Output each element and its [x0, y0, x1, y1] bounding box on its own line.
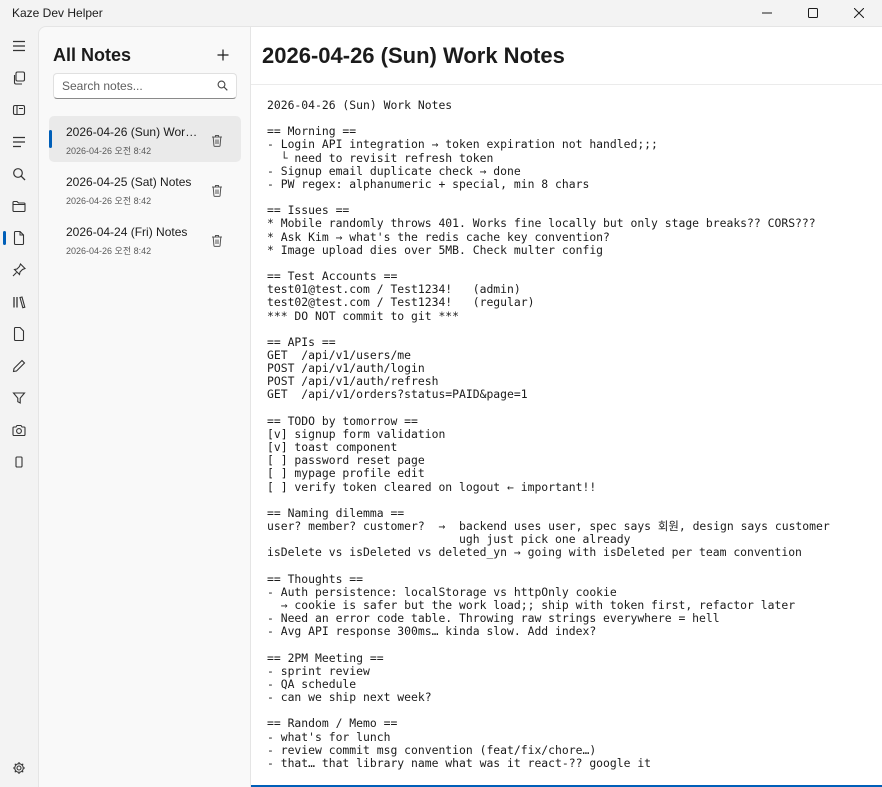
- close-icon: [854, 8, 864, 18]
- notes-sidebar: All Notes 2026-04-26 (Sun) Work Notes 20…: [38, 26, 250, 787]
- phone-icon: [15, 456, 23, 468]
- navigation-rail: [0, 26, 38, 787]
- hamburger-icon: [13, 40, 25, 52]
- close-button[interactable]: [836, 0, 882, 26]
- plus-icon: [217, 49, 229, 61]
- note-date: 2026-04-26 오전 8:42: [66, 246, 152, 256]
- nav-item-notes[interactable]: [0, 222, 38, 254]
- search-input[interactable]: [54, 74, 214, 98]
- nav-menu-button[interactable]: [0, 30, 38, 62]
- note-content-editor[interactable]: 2026-04-26 (Sun) Work Notes == Morning =…: [251, 85, 882, 785]
- nav-item-device[interactable]: [0, 446, 38, 478]
- nav-item-book[interactable]: [0, 94, 38, 126]
- minimize-icon: [762, 12, 772, 14]
- copy-icon: [13, 71, 26, 85]
- note-date: 2026-04-26 오전 8:42: [66, 146, 152, 156]
- camera-icon: [12, 424, 26, 436]
- nav-item-pin[interactable]: [0, 254, 38, 286]
- trash-icon: [212, 184, 222, 197]
- nav-item-camera[interactable]: [0, 414, 38, 446]
- trash-icon: [212, 134, 222, 147]
- note-editor-pane: 2026-04-26 (Sun) Work Notes 2026-04-26 (…: [250, 26, 882, 787]
- library-icon: [13, 296, 26, 309]
- folder-icon: [12, 200, 26, 212]
- nav-item-folder[interactable]: [0, 190, 38, 222]
- nav-item-edit[interactable]: [0, 350, 38, 382]
- minimize-button[interactable]: [744, 0, 790, 26]
- document-icon: [13, 231, 25, 245]
- list-icon: [13, 136, 25, 148]
- nav-item-search[interactable]: [0, 158, 38, 190]
- delete-note-button[interactable]: [209, 182, 225, 198]
- search-icon: [13, 168, 26, 181]
- nav-item-library[interactable]: [0, 286, 38, 318]
- settings-button[interactable]: [0, 752, 38, 784]
- note-title: 2026-04-25 (Sat) Notes: [66, 175, 192, 189]
- book-icon: [12, 104, 26, 116]
- note-title: 2026-04-24 (Fri) Notes: [66, 225, 188, 239]
- gear-icon: [13, 762, 25, 774]
- note-list-item[interactable]: 2026-04-24 (Fri) Notes 2026-04-26 오전 8:4…: [49, 216, 241, 262]
- note-list-item[interactable]: 2026-04-26 (Sun) Work Notes 2026-04-26 오…: [49, 116, 241, 162]
- pin-icon: [12, 263, 26, 277]
- page-icon: [13, 327, 25, 341]
- note-list-item[interactable]: 2026-04-25 (Sat) Notes 2026-04-26 오전 8:4…: [49, 166, 241, 212]
- pencil-icon: [12, 359, 26, 373]
- window-controls: [744, 0, 882, 26]
- maximize-icon: [808, 8, 818, 18]
- note-title: 2026-04-26 (Sun) Work Notes: [66, 125, 198, 139]
- title-bar: Kaze Dev Helper: [0, 0, 882, 26]
- filter-icon: [12, 392, 26, 404]
- trash-icon: [212, 234, 222, 247]
- page-title: 2026-04-26 (Sun) Work Notes: [262, 43, 565, 68]
- sidebar-title: All Notes: [53, 45, 132, 65]
- add-note-button[interactable]: [211, 43, 235, 67]
- nav-item-page[interactable]: [0, 318, 38, 350]
- search-box: [53, 73, 237, 99]
- delete-note-button[interactable]: [209, 232, 225, 248]
- nav-item-list[interactable]: [0, 126, 38, 158]
- search-icon[interactable]: [217, 80, 228, 91]
- delete-note-button[interactable]: [209, 132, 225, 148]
- nav-item-filter[interactable]: [0, 382, 38, 414]
- nav-item-copy[interactable]: [0, 62, 38, 94]
- maximize-button[interactable]: [790, 0, 836, 26]
- app-title: Kaze Dev Helper: [12, 6, 103, 20]
- note-date: 2026-04-26 오전 8:42: [66, 196, 152, 206]
